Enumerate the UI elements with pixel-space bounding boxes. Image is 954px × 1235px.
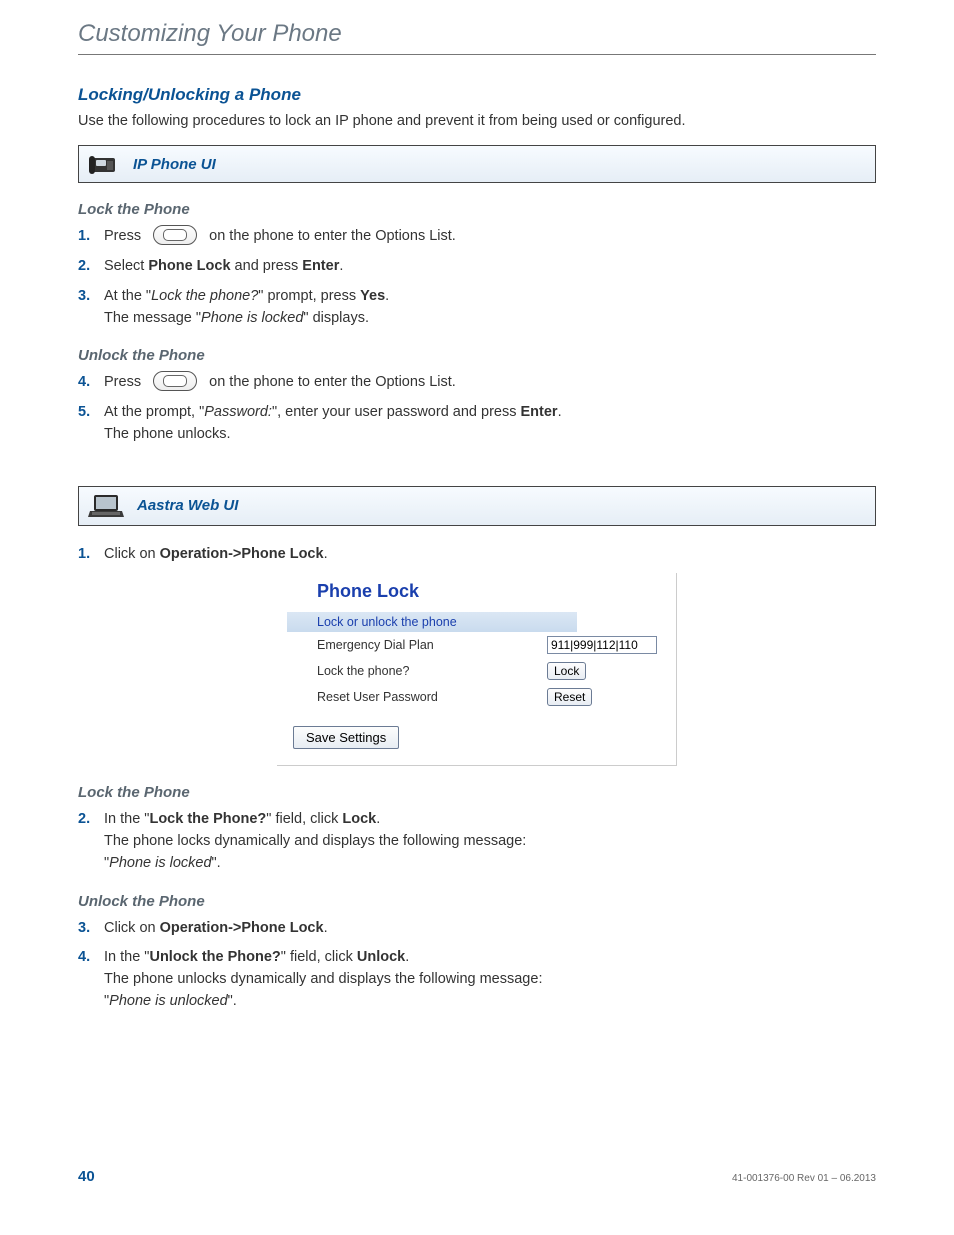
- web-step-4: 4. In the "Unlock the Phone?" field, cli…: [78, 947, 876, 1012]
- step-text: In the ": [104, 811, 149, 827]
- step-text: on the phone to enter the Options List.: [209, 228, 456, 244]
- step-text: In the ": [104, 949, 149, 965]
- step-bold: Yes: [360, 288, 385, 304]
- step-italic: Phone is locked: [109, 855, 211, 871]
- options-key-icon: [153, 371, 197, 391]
- step-text: .: [385, 288, 389, 304]
- step-text: ".: [228, 993, 237, 1009]
- step-text: The phone unlocks dynamically and displa…: [104, 969, 876, 991]
- web-step-1: 1. Click on Operation->Phone Lock.: [78, 544, 876, 566]
- web-ui-banner: Aastra Web UI: [78, 486, 876, 526]
- step-bold: Lock: [342, 811, 376, 827]
- step-bold: Lock the Phone?: [149, 811, 266, 827]
- step-text: ", enter your user password and press: [272, 404, 521, 420]
- lock-phone-label: Lock the phone?: [317, 664, 547, 678]
- step-text: The message ": [104, 310, 201, 326]
- step-number: 4.: [78, 947, 96, 969]
- reset-password-label: Reset User Password: [317, 690, 547, 704]
- lock-phone-heading: Lock the Phone: [78, 201, 876, 218]
- step-text: .: [376, 811, 380, 827]
- step-text: .: [324, 920, 328, 936]
- step-5: 5. At the prompt, "Password:", enter you…: [78, 402, 876, 446]
- section-intro: Use the following procedures to lock an …: [78, 111, 876, 131]
- lock-button[interactable]: Lock: [547, 662, 586, 680]
- step-text: Click on: [104, 920, 160, 936]
- step-number: 1.: [78, 544, 96, 566]
- step-bold: Enter: [521, 404, 558, 420]
- step-number: 2.: [78, 256, 96, 278]
- step-text: Press: [104, 374, 141, 390]
- step-italic: Phone is locked: [201, 310, 303, 326]
- step-bold: Operation->Phone Lock: [160, 920, 324, 936]
- step-text: .: [324, 546, 328, 562]
- web-step-2: 2. In the "Lock the Phone?" field, click…: [78, 809, 876, 874]
- step-text: The phone unlocks.: [104, 424, 876, 446]
- step-1: 1. Press on the phone to enter the Optio…: [78, 226, 876, 248]
- step-text: At the ": [104, 288, 151, 304]
- web-lock-heading: Lock the Phone: [78, 784, 876, 801]
- phone-icon: [87, 150, 121, 178]
- step-text: Select: [104, 258, 148, 274]
- emergency-dial-input[interactable]: [547, 636, 657, 654]
- step-bold: Unlock the Phone?: [149, 949, 280, 965]
- step-bold: Operation->Phone Lock: [160, 546, 324, 562]
- step-3: 3. At the "Lock the phone?" prompt, pres…: [78, 286, 876, 330]
- save-settings-button[interactable]: Save Settings: [293, 726, 399, 749]
- lock-phone-row: Lock the phone? Lock: [287, 658, 666, 684]
- step-text: ".: [212, 855, 221, 871]
- page-footer: 40 41-001376-00 Rev 01 – 06.2013: [78, 1168, 876, 1185]
- step-number: 3.: [78, 286, 96, 308]
- step-2: 2. Select Phone Lock and press Enter.: [78, 256, 876, 278]
- page-number: 40: [78, 1168, 95, 1185]
- step-text: .: [339, 258, 343, 274]
- step-text: Press: [104, 228, 141, 244]
- step-text: on the phone to enter the Options List.: [209, 374, 456, 390]
- ip-phone-ui-label: IP Phone UI: [133, 156, 216, 173]
- web-step-3: 3. Click on Operation->Phone Lock.: [78, 918, 876, 940]
- step-italic: Lock the phone?: [151, 288, 258, 304]
- step-bold: Phone Lock: [148, 258, 230, 274]
- step-bold: Unlock: [357, 949, 405, 965]
- step-italic: Phone is unlocked: [109, 993, 228, 1009]
- step-text: and press: [231, 258, 303, 274]
- section-heading: Locking/Unlocking a Phone: [78, 85, 876, 105]
- phone-lock-panel: Phone Lock Lock or unlock the phone Emer…: [277, 573, 677, 766]
- step-text: At the prompt, ": [104, 404, 204, 420]
- step-bold: Enter: [302, 258, 339, 274]
- step-4: 4. Press on the phone to enter the Optio…: [78, 372, 876, 394]
- ip-phone-ui-banner: IP Phone UI: [78, 145, 876, 183]
- emergency-dial-label: Emergency Dial Plan: [317, 638, 547, 652]
- revision-text: 41-001376-00 Rev 01 – 06.2013: [732, 1173, 876, 1184]
- step-text: " prompt, press: [258, 288, 360, 304]
- chapter-title: Customizing Your Phone: [78, 20, 876, 55]
- unlock-phone-heading: Unlock the Phone: [78, 347, 876, 364]
- step-number: 3.: [78, 918, 96, 940]
- step-number: 5.: [78, 402, 96, 424]
- step-number: 2.: [78, 809, 96, 831]
- step-text: Click on: [104, 546, 160, 562]
- options-key-icon: [153, 225, 197, 245]
- step-text: The phone locks dynamically and displays…: [104, 831, 876, 853]
- step-text: " field, click: [266, 811, 342, 827]
- web-ui-label: Aastra Web UI: [137, 497, 238, 514]
- reset-password-row: Reset User Password Reset: [287, 684, 666, 710]
- laptop-icon: [87, 491, 125, 521]
- step-number: 4.: [78, 372, 96, 394]
- step-text: " field, click: [281, 949, 357, 965]
- panel-title: Phone Lock: [287, 573, 666, 612]
- step-text: " displays.: [303, 310, 369, 326]
- step-text: .: [558, 404, 562, 420]
- step-text: .: [405, 949, 409, 965]
- step-italic: Password:: [204, 404, 272, 420]
- web-unlock-heading: Unlock the Phone: [78, 893, 876, 910]
- emergency-dial-row: Emergency Dial Plan: [287, 632, 666, 658]
- step-number: 1.: [78, 226, 96, 248]
- panel-subtitle: Lock or unlock the phone: [287, 612, 577, 632]
- reset-button[interactable]: Reset: [547, 688, 592, 706]
